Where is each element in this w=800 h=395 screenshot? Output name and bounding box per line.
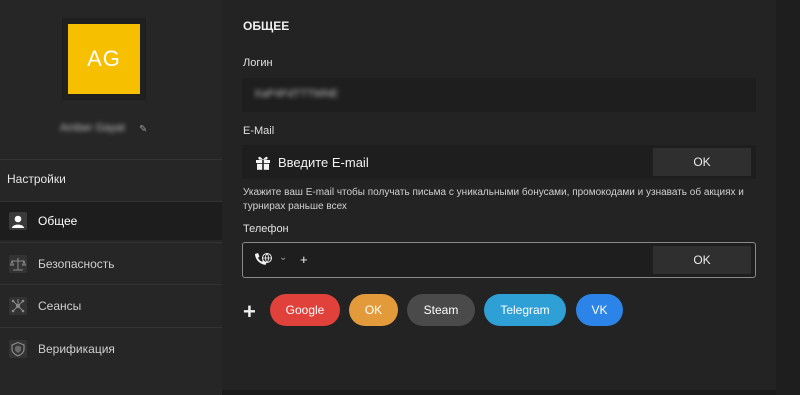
settings-panel: ОБЩЕЕ Логин XaP4FdTTTMNE E-Mail Введите … [222,0,776,390]
settings-title: Настройки [7,172,66,186]
email-placeholder[interactable]: Введите E-mail [278,155,369,170]
sidebar-item-label: Безопасность [38,257,115,271]
divider [0,242,222,243]
steam-button[interactable]: Steam [407,294,475,326]
sidebar-item-label: Верификация [38,342,115,356]
telegram-button[interactable]: Telegram [484,294,566,326]
avatar-frame: AG [62,18,146,100]
sidebar-item-security[interactable]: Безопасность [0,245,222,283]
divider [0,284,222,285]
sidebar-item-label: Общее [38,214,78,228]
ok-social-button[interactable]: OK [349,294,398,326]
vk-button[interactable]: VK [576,294,623,326]
chevron-down-icon[interactable]: ⌄ [279,252,287,263]
avatar[interactable]: AG [68,24,140,94]
scales-icon [8,254,28,274]
login-label: Логин [243,57,273,69]
divider [0,159,222,160]
phone-field[interactable]: ⌄ + OK [242,242,756,278]
email-label: E-Mail [243,125,275,137]
sidebar-item-verification[interactable]: Верификация [0,330,222,368]
phone-globe-icon[interactable] [253,251,273,269]
phone-label: Телефон [243,223,289,235]
user-icon [8,211,28,231]
google-button[interactable]: Google [270,294,340,326]
sidebar-item-sessions[interactable]: Сеансы [0,287,222,325]
gift-icon [254,153,272,171]
pencil-icon[interactable]: ✎ [139,124,147,135]
divider [0,327,222,328]
phone-prefix[interactable]: + [300,252,308,267]
phone-ok-button[interactable]: OK [653,246,751,274]
page-margin [776,0,800,395]
email-ok-button[interactable]: OK [653,148,751,176]
shield-icon [8,339,28,359]
login-value: XaP4FdTTTMNE [254,88,339,100]
email-hint: Укажите ваш E-mail чтобы получать письма… [243,187,744,212]
sidebar: AG Amber Gayat ✎ Настройки Общее Безопас… [0,0,222,395]
sidebar-item-label: Сеансы [38,299,82,313]
sidebar-item-general[interactable]: Общее [0,202,222,240]
plus-icon[interactable]: + [243,299,256,325]
page-title: ОБЩЕЕ [243,19,290,33]
login-field[interactable]: XaP4FdTTTMNE [242,78,756,112]
email-field[interactable]: Введите E-mail OK [242,145,756,179]
network-icon [8,296,28,316]
